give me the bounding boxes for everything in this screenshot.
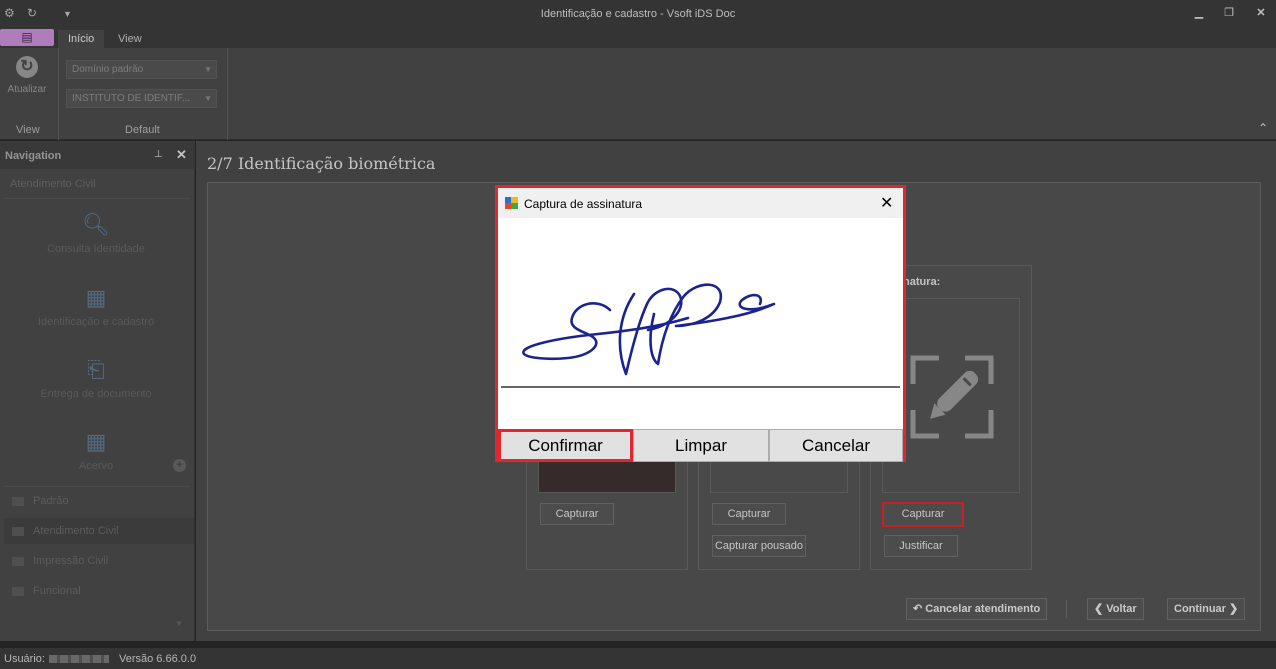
close-icon[interactable]: ✕: [880, 193, 893, 213]
signature-baseline: [501, 386, 900, 388]
confirm-button[interactable]: Confirmar: [498, 429, 633, 462]
dialog-button-bar: Confirmar Limpar Cancelar: [498, 429, 903, 462]
signature-stroke: [522, 283, 776, 376]
dialog-title: Captura de assinatura: [524, 197, 643, 211]
app-window-icon: [505, 197, 518, 209]
cancel-button[interactable]: Cancelar: [769, 429, 903, 462]
dialog-title-bar: Captura de assinatura ✕: [498, 188, 903, 218]
clear-button[interactable]: Limpar: [633, 429, 769, 462]
signature-capture-dialog: Captura de assinatura ✕ Confirmar Limpar…: [495, 185, 906, 462]
signature-pad[interactable]: [498, 218, 903, 429]
